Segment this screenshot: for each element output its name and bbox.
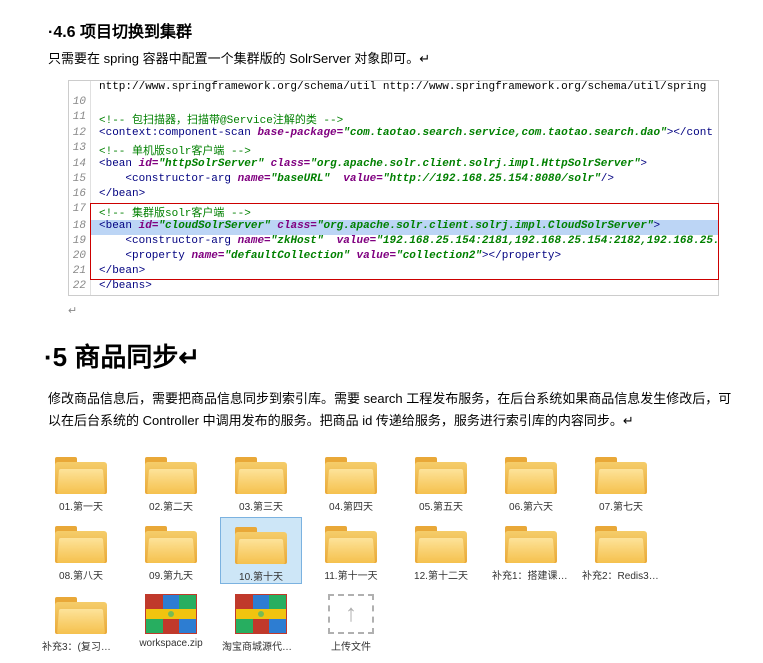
code-line: 16</bean>	[69, 188, 718, 203]
file-item[interactable]: 淘宝商城源代码.zip	[220, 588, 302, 653]
file-item[interactable]: workspace.zip	[130, 588, 212, 653]
file-label: 补充3：(复习课+项...	[42, 638, 120, 653]
code-line: 14<bean id="httpSolrServer" class="org.a…	[69, 158, 718, 173]
file-item[interactable]: 01.第一天	[40, 448, 122, 513]
file-label: 07.第七天	[599, 498, 643, 513]
file-item[interactable]: 05.第五天	[400, 448, 482, 513]
file-item[interactable]: 11.第十一天	[310, 517, 392, 584]
cursor-mark: ↵	[68, 304, 743, 317]
file-label: 06.第六天	[509, 498, 553, 513]
folder-icon	[505, 523, 557, 563]
code-line: 11<!-- 包扫描器，扫描带@Service注解的类 -->	[69, 111, 718, 127]
file-label: workspace.zip	[139, 638, 202, 649]
file-label: 04.第四天	[329, 498, 373, 513]
heading-4-6: ·4.6 项目切换到集群	[48, 18, 743, 42]
paragraph-5: 修改商品信息后，需要把商品信息同步到索引库。需要 search 工程发布服务，在…	[48, 388, 743, 432]
file-item[interactable]: 补充3：(复习课+项...	[40, 588, 122, 653]
file-item[interactable]: 10.第十天	[220, 517, 302, 584]
code-line: 10	[69, 96, 718, 111]
folder-icon	[505, 454, 557, 494]
upload-icon: ↑	[328, 594, 374, 634]
paragraph-4-6: 只需要在 spring 容器中配置一个集群版的 SolrServer 对象即可。…	[48, 48, 743, 70]
file-label: 补充2：Redis3.0新...	[582, 567, 660, 582]
file-label: 10.第十天	[239, 568, 283, 583]
file-item[interactable]: 12.第十二天	[400, 517, 482, 584]
file-label: 09.第九天	[149, 567, 193, 582]
code-line: 17<!-- 集群版solr客户端 -->	[69, 203, 718, 220]
heading-5: ·5 商品同步↵	[44, 337, 743, 374]
zip-icon	[235, 594, 287, 634]
file-item[interactable]: 03.第三天	[220, 448, 302, 513]
folder-icon	[415, 454, 467, 494]
folder-icon	[145, 454, 197, 494]
file-label: 02.第二天	[149, 498, 193, 513]
code-block: nttp://www.springframework.org/schema/ut…	[68, 80, 719, 296]
code-line: 20 <property name="defaultCollection" va…	[69, 250, 718, 265]
file-item[interactable]: 04.第四天	[310, 448, 392, 513]
file-label: 01.第一天	[59, 498, 103, 513]
file-label: 05.第五天	[419, 498, 463, 513]
code-line: 18<bean id="cloudSolrServer" class="org.…	[69, 220, 718, 235]
file-label: 11.第十一天	[324, 567, 377, 582]
folder-icon	[235, 454, 287, 494]
file-label: 03.第三天	[239, 498, 283, 513]
folder-icon	[325, 523, 377, 563]
file-label: 淘宝商城源代码.zip	[222, 638, 300, 653]
code-line: 15 <constructor-arg name="baseURL" value…	[69, 173, 718, 188]
code-line: 19 <constructor-arg name="zkHost" value=…	[69, 235, 718, 250]
zip-icon	[145, 594, 197, 634]
code-line: 13<!-- 单机版solr客户端 -->	[69, 142, 718, 158]
file-item[interactable]: 09.第九天	[130, 517, 212, 584]
file-label: 补充1：搭建课程（R...	[492, 567, 570, 582]
folder-icon	[325, 454, 377, 494]
file-grid: 01.第一天 02.第二天 03.第三天 04.第四天 05.第五天 06.第六天 07.第…	[40, 448, 743, 653]
folder-icon	[595, 523, 647, 563]
code-line: 12<context:component-scan base-package="…	[69, 127, 718, 142]
file-item[interactable]: 06.第六天	[490, 448, 572, 513]
file-item[interactable]: 07.第七天	[580, 448, 662, 513]
file-item[interactable]: 08.第八天	[40, 517, 122, 584]
folder-icon	[415, 523, 467, 563]
file-label: 08.第八天	[59, 567, 103, 582]
upload-button[interactable]: ↑ 上传文件	[310, 588, 392, 653]
folder-icon	[595, 454, 647, 494]
file-label: 12.第十二天	[414, 567, 468, 582]
file-label: 上传文件	[331, 638, 371, 653]
folder-icon	[55, 454, 107, 494]
folder-icon	[55, 523, 107, 563]
folder-icon	[235, 524, 287, 564]
file-item[interactable]: 补充2：Redis3.0新...	[580, 517, 662, 584]
folder-icon	[145, 523, 197, 563]
code-line: nttp://www.springframework.org/schema/ut…	[69, 81, 718, 96]
code-line: 21</bean>	[69, 265, 718, 280]
folder-icon	[55, 594, 107, 634]
code-line: 22</beans>	[69, 280, 718, 295]
file-item[interactable]: 补充1：搭建课程（R...	[490, 517, 572, 584]
file-item[interactable]: 02.第二天	[130, 448, 212, 513]
